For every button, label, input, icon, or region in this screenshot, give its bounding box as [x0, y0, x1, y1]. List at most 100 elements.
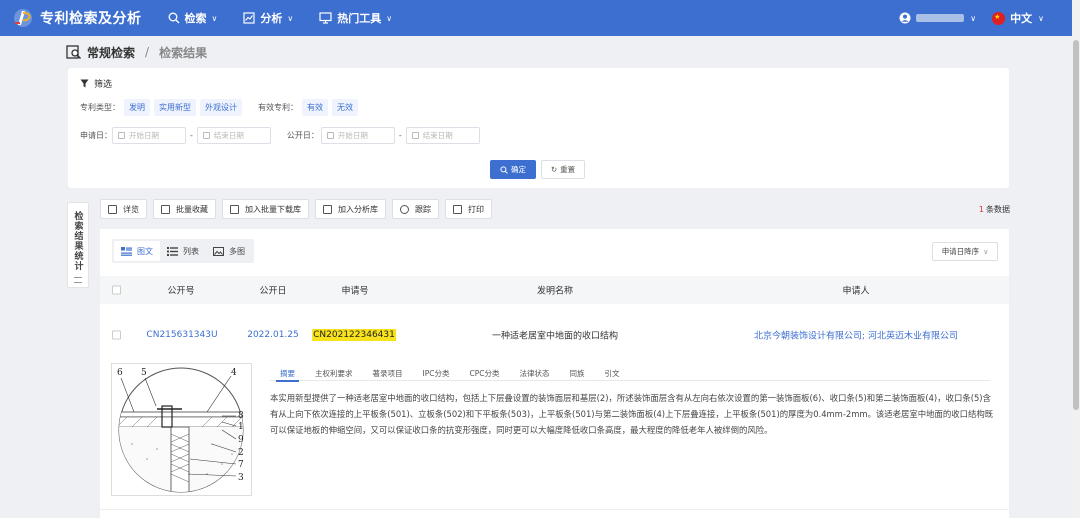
calendar-icon [118, 132, 125, 139]
user-icon[interactable] [899, 12, 911, 24]
placeholder: 开始日期 [337, 131, 368, 140]
tab-label: 列表 [183, 246, 199, 256]
table-row: CN215631343U 2022.01.25 CN202122346431 一… [100, 321, 1009, 349]
pub-no-link[interactable]: CN215631343U [146, 330, 217, 340]
patent-drawing-image: 6 5 4 8 1 9 2 7 3 [117, 367, 244, 493]
drawing-label: 8 [238, 411, 244, 421]
placeholder: 开始日期 [129, 131, 159, 140]
scrollbar-thumb[interactable] [1073, 40, 1079, 410]
abstract-text: 本实用新型提供了一种适老居室中地面的收口结构，包括上下层叠设置的装饰面层和基层(… [270, 393, 994, 435]
confirm-button[interactable]: 确定 [490, 160, 536, 179]
sort-value: 申请日降序 [941, 247, 980, 256]
tab-cpc[interactable]: CPC分类 [459, 365, 509, 381]
nav-analysis-label: 分析 [260, 12, 283, 25]
add-analysis-button[interactable]: 加入分析库 [315, 199, 386, 219]
patent-title[interactable]: 一种适老居室中地面的收口结构 [492, 329, 618, 342]
app-logo[interactable]: 专利检索及分析 [12, 7, 142, 29]
col-title: 发明名称 [536, 286, 574, 297]
select-all-checkbox[interactable] [112, 285, 121, 295]
valid-tag-invalid[interactable]: 无效 [332, 99, 358, 116]
patent-drawing[interactable]: 6 5 4 8 1 9 2 7 3 [111, 363, 252, 496]
search-icon [500, 165, 508, 174]
button-label: 详览 [123, 204, 139, 214]
patent-type-label: 专利类型： [80, 103, 120, 112]
tab-list[interactable]: 列表 [160, 241, 206, 261]
detail-view-button[interactable]: 详览 [100, 199, 147, 219]
type-tag-design[interactable]: 外观设计 [200, 99, 242, 116]
nav-search[interactable]: 检索 ∨ [168, 10, 218, 26]
count-text: 条数据 [986, 205, 1010, 214]
count-number: 1 [978, 205, 984, 214]
monitor-icon [319, 12, 332, 24]
type-tag-invention[interactable]: 发明 [124, 99, 150, 116]
result-stats-tab[interactable]: 检索结果统计 [67, 202, 89, 288]
drawing-label: 6 [117, 368, 123, 378]
valid-patent-label: 有效专利： [258, 103, 298, 112]
applicant-link[interactable]: 北京今朝装饰设计有限公司; 河北英迈木业有限公司 [754, 329, 958, 342]
tab-abstract[interactable]: 摘要 [270, 365, 305, 382]
nav-analysis[interactable]: 分析 ∨ [243, 10, 293, 26]
analysis-icon [323, 204, 332, 214]
print-icon [453, 204, 462, 214]
breadcrumb-separator: / [145, 45, 150, 59]
button-label: 加入批量下载库 [245, 204, 301, 214]
china-flag-icon [992, 11, 1006, 25]
collapse-icon [74, 277, 82, 283]
page-scrollbar[interactable] [1072, 0, 1080, 518]
nav-tools-label: 热门工具 [337, 12, 382, 25]
table-header: 公开号 公开日 申请号 发明名称 申请人 [100, 276, 1009, 304]
tab-main-claim[interactable]: 主权利要求 [305, 365, 363, 381]
refresh-icon: ↻ [550, 165, 558, 174]
favorite-icon [161, 204, 170, 214]
tab-multi-image[interactable]: 多图 [206, 241, 252, 261]
document-icon [108, 204, 117, 214]
apply-date-start-input[interactable]: 开始日期 [112, 127, 186, 144]
breadcrumb-root[interactable]: 常规检索 [87, 44, 135, 61]
tab-legal-status[interactable]: 法律状态 [509, 365, 559, 381]
tab-family[interactable]: 同族 [559, 365, 594, 381]
type-tag-utility[interactable]: 实用新型 [154, 99, 196, 116]
tab-image-text[interactable]: 图文 [114, 241, 160, 261]
nav-tools[interactable]: 热门工具 ∨ [319, 10, 392, 26]
row-checkbox[interactable] [112, 330, 121, 340]
drawing-label: 1 [238, 422, 244, 432]
result-count: 1 条数据 [979, 204, 1010, 215]
calendar-icon [202, 132, 210, 139]
sort-select[interactable]: 申请日降序 ∨ [932, 242, 998, 261]
chevron-down-icon: ∨ [211, 13, 218, 23]
batch-favorite-button[interactable]: 批量收藏 [153, 199, 216, 219]
tab-citations[interactable]: 引文 [594, 365, 629, 381]
drawing-label: 2 [238, 448, 244, 458]
filter-title: 筛选 [80, 77, 112, 90]
language-selector[interactable]: 中文 [1010, 10, 1032, 26]
pub-date-value: 2022.01.25 [247, 330, 299, 340]
tab-ipc[interactable]: IPC分类 [413, 365, 460, 381]
user-name-redacted[interactable] [916, 14, 965, 22]
row-divider [100, 509, 1009, 510]
add-download-button[interactable]: 加入批量下载库 [222, 199, 309, 219]
filter-date-row: 申请日： 开始日期 - 结束日期 公开日： 开始日期 - 结束日期 [80, 127, 480, 144]
app-title: 专利检索及分析 [40, 11, 142, 27]
print-button[interactable]: 打印 [445, 199, 492, 219]
chevron-down-icon[interactable]: ∨ [1038, 14, 1044, 23]
detail-tabs: 摘要 主权利要求 著录项目 IPC分类 CPC分类 法律状态 同族 引文 [270, 365, 990, 382]
track-button[interactable]: 跟踪 [392, 199, 439, 219]
apply-date-end-input[interactable]: 结束日期 [196, 127, 271, 144]
calendar-icon [411, 132, 419, 139]
track-icon [400, 204, 409, 214]
col-pub-date: 公开日 [259, 286, 287, 297]
publish-date-start-input[interactable]: 开始日期 [320, 127, 395, 144]
chevron-down-icon[interactable]: ∨ [970, 14, 976, 23]
reset-button[interactable]: ↻ 重置 [541, 160, 585, 179]
tab-bibliographic[interactable]: 著录项目 [363, 365, 413, 381]
chevron-down-icon: ∨ [287, 13, 294, 23]
drawing-label: 7 [238, 460, 244, 470]
chart-icon [243, 12, 255, 24]
button-label: 加入分析库 [338, 204, 378, 214]
logo-icon [12, 7, 34, 29]
apply-date-label: 申请日： [80, 131, 112, 140]
publish-date-end-input[interactable]: 结束日期 [405, 127, 480, 144]
app-no-highlight[interactable]: CN202122346431 [312, 329, 396, 341]
view-mode-tabs: 图文 列表 多图 [112, 239, 254, 263]
valid-tag-valid[interactable]: 有效 [302, 99, 328, 116]
